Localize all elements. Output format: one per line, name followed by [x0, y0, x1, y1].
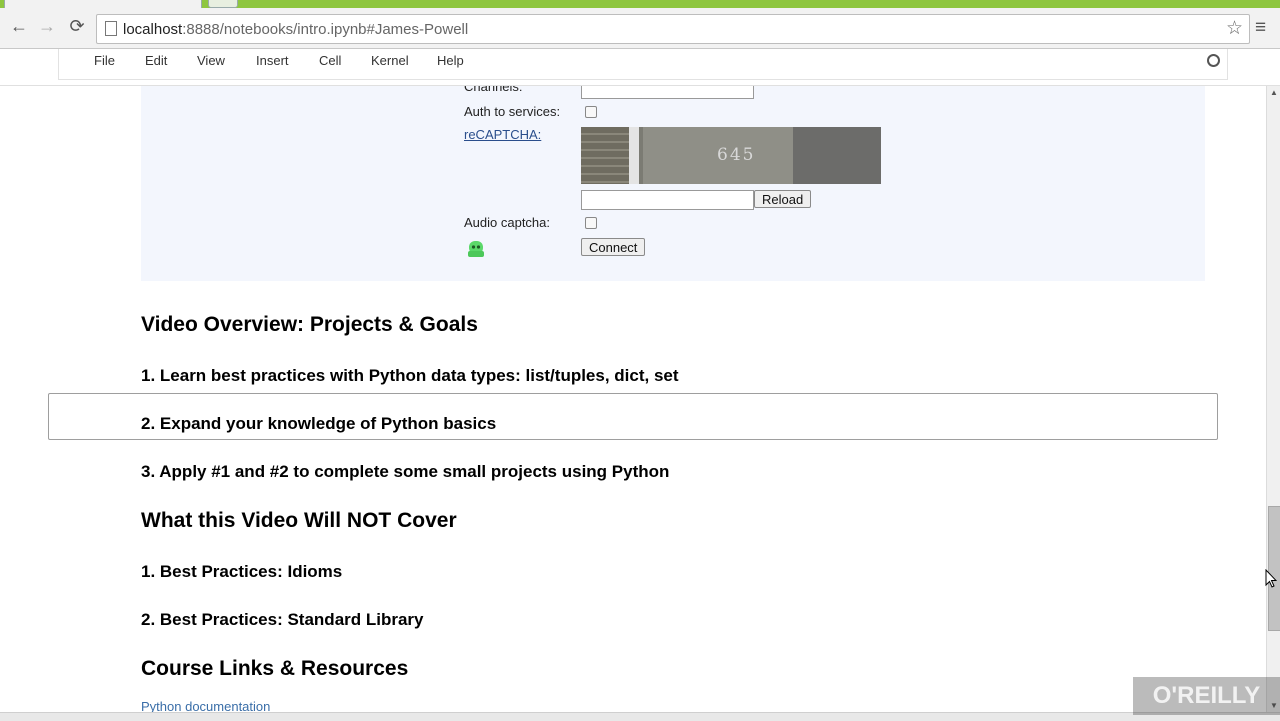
heading-video-overview: Video Overview: Projects & Goals [141, 313, 478, 336]
kernel-status-icon [1207, 54, 1220, 67]
forward-arrow-icon[interactable]: → [36, 16, 58, 37]
vertical-scrollbar[interactable]: ▲ ▼ [1266, 86, 1280, 712]
menu-edit[interactable]: Edit [145, 53, 167, 68]
menu-help[interactable]: Help [437, 53, 464, 68]
python-documentation-link[interactable]: Python documentation [141, 699, 270, 712]
notebook-header: File Edit View Insert Cell Kernel Help [0, 49, 1280, 86]
url-path: :8888/notebooks/intro.ipynb#James-Powell [182, 21, 469, 38]
reload-captcha-button[interactable]: Reload [754, 190, 812, 208]
captcha-text: 645 [717, 145, 756, 165]
channels-input[interactable] [581, 86, 754, 99]
menu-insert[interactable]: Insert [256, 53, 289, 68]
audio-captcha-label: Audio captcha: [464, 215, 551, 230]
scroll-up-arrow-icon[interactable]: ▲ [1270, 88, 1278, 97]
new-tab-button[interactable] [208, 0, 238, 8]
menu-cell[interactable]: Cell [319, 53, 341, 68]
tab-intro[interactable]: intro × [4, 0, 202, 8]
robot-icon [468, 241, 484, 257]
not-cover-item-1: 1. Best Practices: Idioms [141, 562, 343, 581]
oreilly-watermark: O'REILLY [1133, 677, 1280, 715]
menu-file[interactable]: File [94, 53, 115, 68]
browser-toolbar: ← → ⟳ localhost:8888/notebooks/intro.ipy… [0, 8, 1280, 49]
reload-icon[interactable]: ⟳ [66, 16, 88, 37]
goal-item-2: 2. Expand your knowledge of Python basic… [141, 414, 497, 433]
not-cover-item-2: 2. Best Practices: Standard Library [141, 610, 424, 629]
auth-to-services-label: Auth to services: [464, 104, 561, 119]
recaptcha-link[interactable]: reCAPTCHA: [464, 127, 541, 142]
audio-captcha-checkbox[interactable] [585, 217, 597, 229]
heading-course-links: Course Links & Resources [141, 657, 409, 680]
url-text[interactable]: localhost:8888/notebooks/intro.ipynb#Jam… [123, 21, 468, 38]
goal-item-1: 1. Learn best practices with Python data… [141, 366, 679, 385]
notebook-content: Channels: Auth to services: reCAPTCHA: 6… [0, 86, 1266, 712]
url-host: localhost [123, 21, 183, 38]
page-icon [105, 21, 117, 36]
captcha-response-input[interactable] [581, 190, 754, 210]
heading-not-cover: What this Video Will NOT Cover [141, 509, 457, 532]
captcha-image: 645 [581, 127, 881, 184]
auth-to-services-checkbox[interactable] [585, 106, 597, 118]
channels-label: Channels: [464, 86, 523, 94]
back-arrow-icon[interactable]: ← [8, 16, 30, 37]
menu-kernel[interactable]: Kernel [371, 53, 409, 68]
bookmark-star-icon[interactable]: ☆ [1226, 17, 1243, 40]
browser-menu-icon[interactable]: ≡ [1255, 17, 1266, 39]
mouse-cursor-icon [1265, 569, 1277, 588]
address-bar[interactable]: localhost:8888/notebooks/intro.ipynb#Jam… [96, 14, 1250, 44]
tab-strip: intro × [0, 0, 1280, 8]
goal-item-3: 3. Apply #1 and #2 to complete some smal… [141, 462, 670, 481]
notebook-menubar: File Edit View Insert Cell Kernel Help [58, 49, 1228, 80]
menu-view[interactable]: View [197, 53, 225, 68]
connect-button[interactable]: Connect [581, 238, 646, 256]
